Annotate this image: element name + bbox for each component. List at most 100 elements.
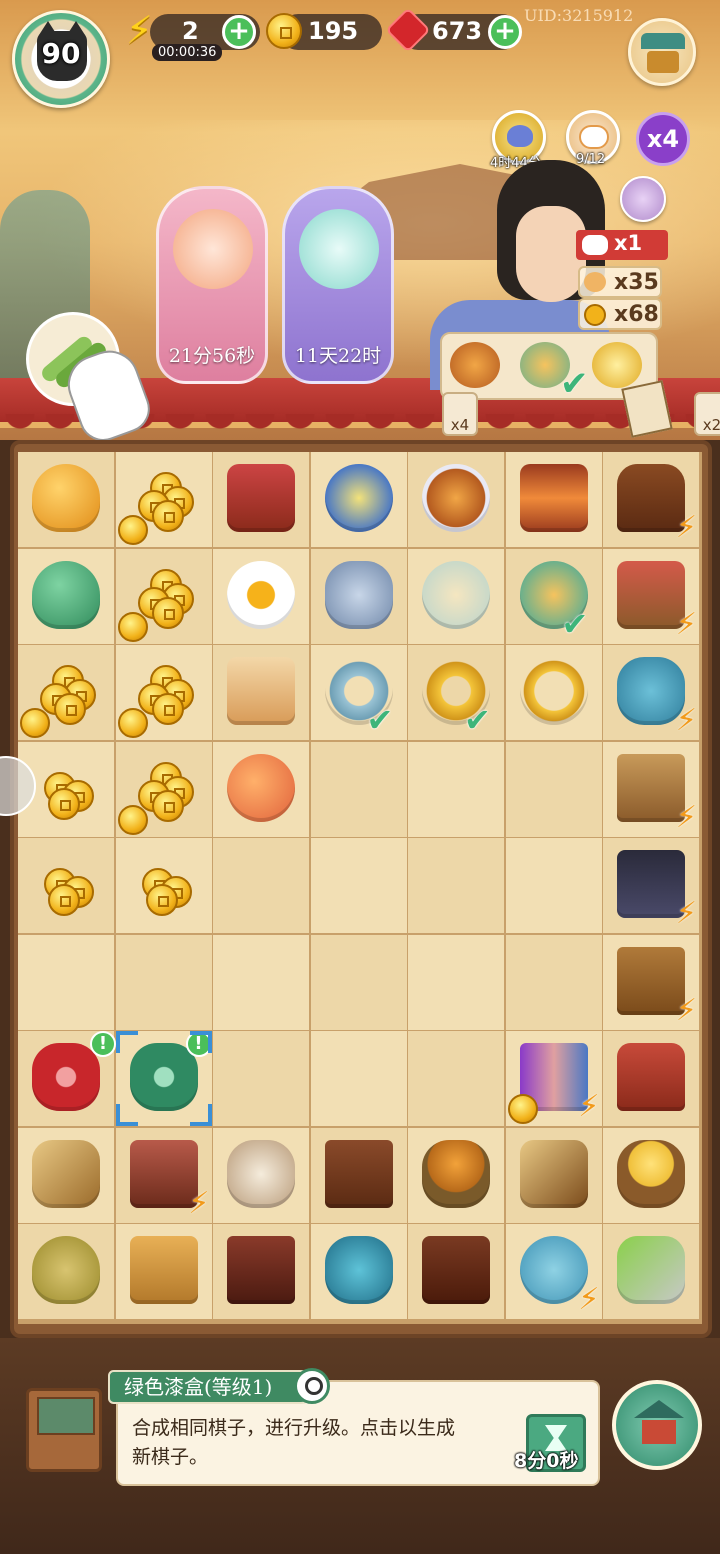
board-cell[interactable]: ⚡ (603, 838, 699, 933)
multiplier-button[interactable]: x4 (636, 112, 690, 166)
board-cell[interactable] (505, 645, 602, 740)
board-cell[interactable] (115, 838, 212, 933)
board-cell[interactable] (310, 1224, 407, 1319)
board-cell[interactable] (408, 838, 504, 933)
tea-bowl-icon (324, 464, 393, 532)
board-cell[interactable] (408, 1031, 504, 1126)
board-cell[interactable] (505, 838, 602, 933)
board-cell[interactable] (213, 1127, 309, 1223)
pet-card-pink[interactable]: 21分56秒 (156, 186, 268, 384)
pet-card-purple[interactable]: 11天22时 (282, 186, 394, 384)
board-cell[interactable] (310, 452, 407, 547)
board-cell[interactable]: ! (18, 1031, 116, 1126)
board-cell[interactable] (505, 452, 602, 547)
order-reward-buns-value: x35 (614, 270, 659, 295)
lightning-icon: ⚡ (126, 8, 153, 52)
board-cell[interactable] (18, 934, 114, 1030)
add-gems-button[interactable]: + (488, 15, 522, 49)
coin-icon (266, 13, 302, 49)
board-cell[interactable] (115, 452, 212, 547)
board-cell[interactable]: ✔ (408, 645, 504, 740)
board-cell[interactable] (115, 1224, 212, 1319)
board-cell[interactable]: ⚡ (505, 1031, 602, 1126)
player-level-badge[interactable]: 90 (12, 10, 110, 108)
board-cell[interactable] (213, 1224, 309, 1319)
board-cell[interactable]: ✔ (505, 548, 602, 644)
board-cell[interactable] (408, 548, 504, 644)
tool-box-icon (129, 1236, 198, 1304)
board-cell[interactable] (603, 1224, 699, 1319)
locked-chest-icon (422, 1236, 490, 1304)
board-cell[interactable] (505, 1127, 602, 1223)
order-cat-count: x1 (614, 231, 643, 255)
board-cell[interactable] (603, 1127, 699, 1223)
board-cell[interactable] (310, 741, 407, 837)
board-cell[interactable]: ⚡ (603, 645, 699, 740)
order-tag-right: x2 (694, 392, 720, 436)
board-cell[interactable] (18, 1224, 114, 1319)
pavilion-button[interactable] (612, 1380, 702, 1470)
lightning-icon: ⚡ (675, 799, 697, 835)
lightning-icon: ⚡ (578, 1089, 600, 1124)
board-cell[interactable] (408, 1127, 504, 1223)
board-cell[interactable] (408, 934, 504, 1030)
gold-ring-icon (592, 342, 642, 388)
flower-lantern-icon (227, 464, 295, 532)
board-cell[interactable] (213, 741, 309, 837)
coin-badge-icon (507, 1094, 538, 1124)
board-cell[interactable]: ⚡ (603, 934, 699, 1030)
board-cell[interactable] (115, 934, 212, 1030)
board-cell[interactable] (18, 838, 114, 933)
board-cell[interactable] (603, 1031, 699, 1126)
board-cell[interactable] (213, 934, 309, 1030)
board-cell[interactable] (310, 1127, 407, 1223)
board-cell[interactable] (310, 1031, 407, 1126)
board-cell[interactable]: ✔ (310, 645, 407, 740)
coin-icon (584, 304, 606, 326)
potion-icon (507, 125, 533, 147)
board-cell[interactable] (18, 645, 114, 740)
gold-bracelet-icon (519, 657, 588, 725)
chicken-coop-icon (617, 1043, 685, 1111)
board-cell[interactable] (18, 548, 114, 644)
board-cell[interactable] (408, 1224, 504, 1319)
board-cell[interactable] (310, 934, 407, 1030)
board-cell[interactable] (408, 452, 504, 547)
jade-jar-icon (324, 1236, 393, 1304)
board-cell[interactable] (115, 548, 212, 644)
board-cell[interactable]: ⚡ (603, 452, 699, 547)
board-cell[interactable] (213, 645, 309, 740)
board-cell[interactable] (18, 452, 114, 547)
board-cell[interactable]: ⚡ (505, 1224, 602, 1319)
board-cell[interactable] (408, 741, 504, 837)
red-lacquer-box-icon (32, 1043, 100, 1111)
storage-cabinet-button[interactable] (26, 1388, 102, 1472)
board-cell[interactable] (115, 741, 212, 837)
magnify-icon[interactable] (294, 1368, 330, 1404)
board-cell[interactable] (213, 838, 309, 933)
add-energy-button[interactable]: + (222, 15, 256, 49)
order-cat-reward: x1 (576, 230, 668, 260)
board-cell[interactable] (115, 645, 212, 740)
board-cell[interactable] (213, 548, 309, 644)
cat-icon (582, 235, 608, 255)
board-cell[interactable] (505, 741, 602, 837)
board-cell[interactable]: ⚡ (603, 548, 699, 644)
board-cell[interactable] (505, 934, 602, 1030)
coin-badge-icon (117, 708, 148, 738)
board-cell[interactable]: ⚡ (115, 1127, 212, 1223)
gold-gourd-icon (32, 464, 100, 532)
coin-badge-icon (117, 515, 148, 545)
potion-reward-icon[interactable] (620, 176, 666, 222)
board-cell[interactable] (310, 548, 407, 644)
shop-button[interactable] (628, 18, 696, 86)
coin-pile-small-icon (34, 858, 98, 918)
board-cell[interactable] (213, 1031, 309, 1126)
board-cell[interactable] (18, 1127, 114, 1223)
board-cell[interactable]: ⚡ (603, 741, 699, 837)
board-cell[interactable] (213, 452, 309, 547)
roast-chicken-bowl-icon (422, 464, 490, 532)
board-cell[interactable]: ! (115, 1031, 212, 1126)
board-cell[interactable] (310, 838, 407, 933)
pet-card-timer: 21分56秒 (168, 345, 256, 367)
